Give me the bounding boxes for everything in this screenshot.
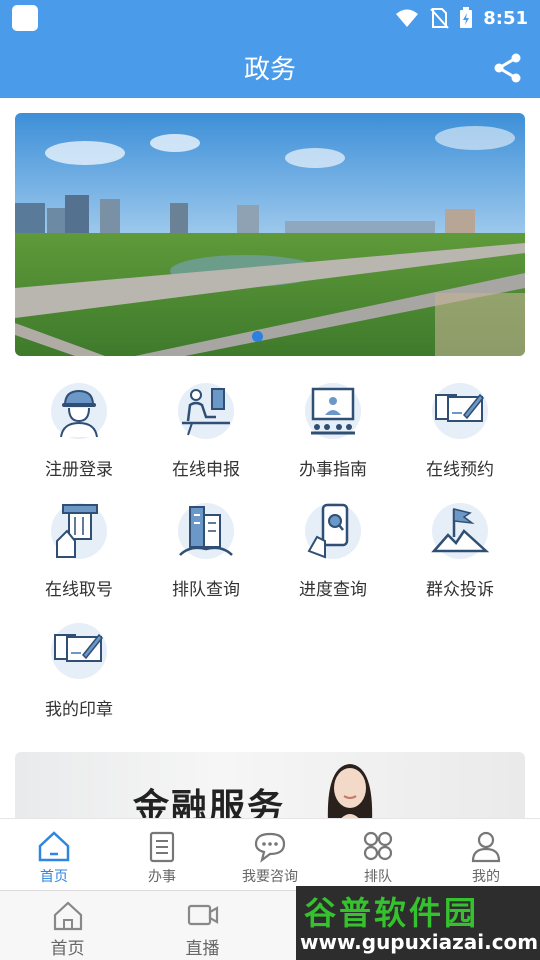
desk-worker-icon [178, 383, 234, 439]
carousel-indicator[interactable] [252, 331, 263, 342]
share-button[interactable] [492, 52, 524, 84]
grid-item-label: 进度查询 [299, 580, 367, 600]
buildings-icon [178, 503, 234, 559]
grid-item-complaint[interactable]: 群众投诉 [400, 501, 520, 611]
tab-label: 我的 [472, 869, 500, 885]
video-icon [187, 904, 218, 926]
person-icon [471, 831, 501, 863]
grid-item-progress[interactable]: 进度查询 [273, 501, 393, 611]
promo-person-image [327, 764, 373, 818]
grid-item-label: 排队查询 [172, 580, 240, 600]
tab-consult[interactable]: 我要咨询 [216, 819, 324, 890]
grid-item-ticket[interactable]: 在线取号 [19, 501, 139, 611]
app-indicator-icon [12, 5, 38, 31]
chat-icon [254, 832, 286, 863]
home-icon [53, 901, 82, 931]
tab-label: 办事 [148, 869, 176, 885]
wifi-icon [396, 9, 419, 27]
grid-item-seal[interactable]: 我的印章 [19, 621, 139, 731]
grid-icon [363, 831, 393, 861]
watermark-url: www.gupuxiazai.com [300, 930, 539, 954]
grid-item-declare[interactable]: 在线申报 [146, 381, 266, 491]
form-pen-icon [432, 383, 488, 439]
tab-queue[interactable]: 排队 [324, 819, 432, 890]
share-icon [494, 53, 521, 83]
grid-item-label: 在线预约 [426, 460, 494, 480]
bottom-tab-live[interactable]: 直播 [135, 891, 270, 960]
tab-affairs[interactable]: 办事 [108, 819, 216, 890]
clipboard-icon [149, 831, 175, 863]
tab-label: 首页 [40, 869, 68, 885]
city-photo [15, 113, 525, 356]
ticket-hand-icon [51, 503, 107, 559]
tab-home[interactable]: 首页 [0, 819, 108, 890]
seal-form-icon [51, 623, 107, 679]
user-helmet-icon [51, 383, 107, 439]
watermark-title: 谷普软件园 [304, 894, 480, 932]
grid-item-label: 我的印章 [45, 700, 113, 720]
grid-item-appointment[interactable]: 在线预约 [400, 381, 520, 491]
promo-banner[interactable]: 金融服务 [15, 752, 525, 818]
tab-mine[interactable]: 我的 [432, 819, 540, 890]
grid-item-label: 办事指南 [299, 460, 367, 480]
site-watermark: 谷普软件园 www.gupuxiazai.com [296, 886, 540, 960]
page-title: 政务 [243, 54, 296, 85]
tab-label: 我要咨询 [242, 869, 298, 885]
grid-item-register[interactable]: 注册登录 [19, 381, 139, 491]
grid-item-label: 群众投诉 [426, 580, 494, 600]
app-tab-bar: 首页 办事 我要咨询 排队 我的 [0, 818, 540, 890]
battery-charging-icon [460, 7, 473, 28]
bottom-tab-label: 直播 [185, 939, 220, 959]
no-sim-icon [430, 8, 449, 29]
tab-label: 排队 [364, 869, 392, 885]
title-bar: 政务 [0, 36, 540, 98]
home-icon [38, 831, 70, 862]
promo-title: 金融服务 [133, 786, 286, 818]
grid-item-label: 在线取号 [45, 580, 113, 600]
grid-item-guide[interactable]: 办事指南 [273, 381, 393, 491]
grid-item-label: 注册登录 [45, 460, 113, 480]
grid-item-label: 在线申报 [172, 460, 240, 480]
bottom-tab-home[interactable]: 首页 [0, 891, 135, 960]
flag-icon [431, 503, 490, 559]
bottom-tab-label: 首页 [50, 939, 85, 959]
grid-item-queue[interactable]: 排队查询 [146, 501, 266, 611]
clock: 8:51 [483, 7, 528, 29]
phone-search-icon [305, 503, 361, 559]
presentation-icon [305, 383, 361, 439]
banner-carousel[interactable] [15, 113, 525, 356]
main-content: 注册登录 在线申报 办事指南 在线预约 在线取号 排队查询 进度查询 群众投诉 … [0, 98, 540, 818]
status-bar: 8:51 [0, 0, 540, 36]
